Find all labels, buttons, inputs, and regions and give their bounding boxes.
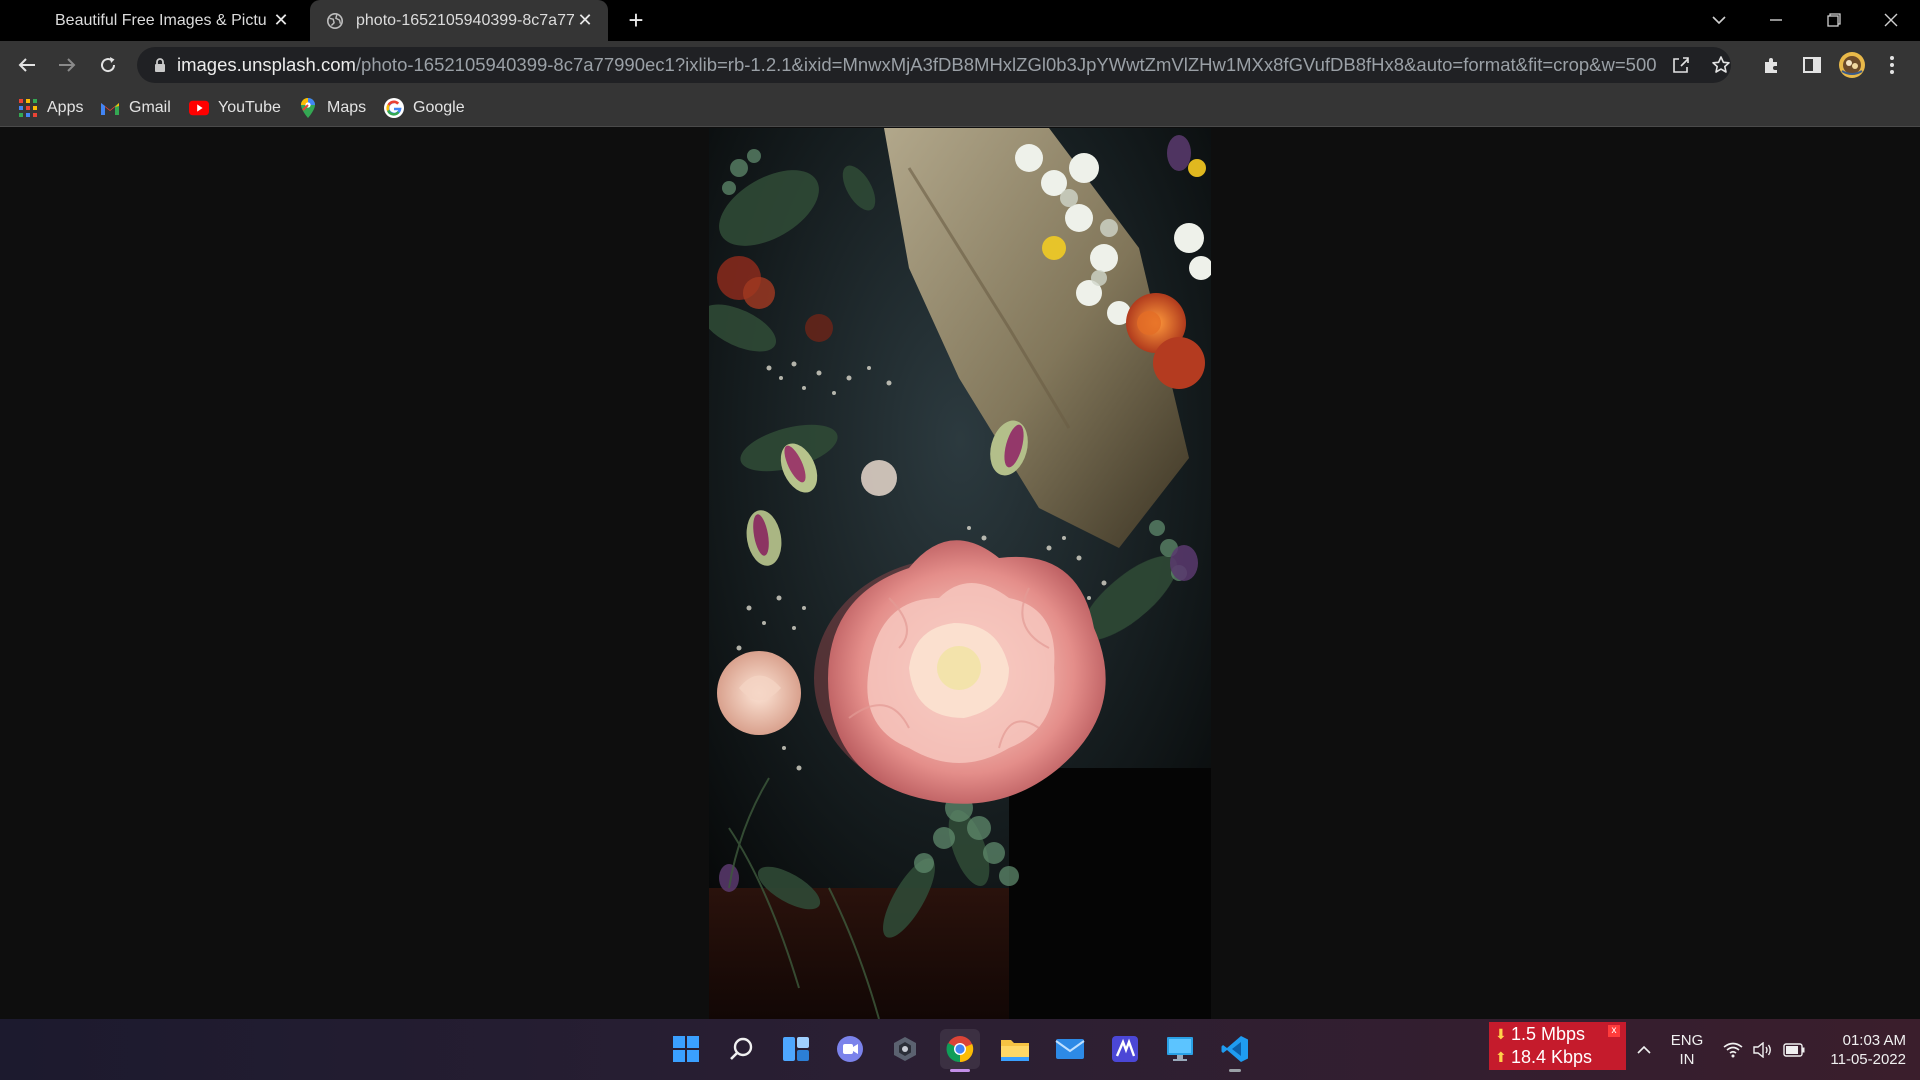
close-meter-icon[interactable]: x: [1608, 1025, 1620, 1037]
url-text[interactable]: images.unsplash.com/photo-1652105940399-…: [177, 47, 1657, 83]
close-window-button[interactable]: [1877, 6, 1905, 34]
back-button[interactable]: [12, 51, 42, 79]
language-region: IN: [1679, 1051, 1695, 1068]
active-indicator: [950, 1069, 970, 1072]
bookmark-label: YouTube: [218, 99, 281, 116]
gmail-icon: [100, 98, 120, 118]
floral-bouquet-photo[interactable]: [709, 128, 1211, 1019]
extensions-puzzle-icon[interactable]: [1757, 51, 1787, 79]
start-icon[interactable]: [666, 1029, 706, 1069]
bookmarks-bar: Apps Gmail YouTube Maps Google: [0, 89, 1920, 127]
battery-icon[interactable]: [1780, 1019, 1808, 1080]
forward-button[interactable]: [52, 51, 82, 79]
bookmark-maps[interactable]: Maps: [298, 89, 366, 127]
tab-unsplash-home[interactable]: Beautiful Free Images & Pictures ✕: [42, 0, 304, 41]
search-icon[interactable]: [721, 1029, 761, 1069]
tab-title: photo-1652105940399-8c7a77990ec1: [356, 11, 574, 29]
upload-speed-value: 18.4 Kbps: [1511, 1047, 1593, 1067]
bookmark-gmail[interactable]: Gmail: [100, 89, 171, 127]
url-path: /photo-1652105940399-8c7a77990ec1?ixlib=…: [355, 54, 1657, 75]
url-host: images.unsplash.com: [177, 54, 356, 75]
bookmark-youtube[interactable]: YouTube: [189, 89, 281, 127]
download-speed-value: 1.5 Mbps: [1511, 1024, 1586, 1044]
widgets-icon[interactable]: [776, 1029, 816, 1069]
volume-icon[interactable]: [1750, 1019, 1776, 1080]
share-icon[interactable]: [1670, 54, 1692, 76]
tab-strip: Beautiful Free Images & Pictures ✕ photo…: [0, 0, 1920, 41]
close-tab-icon[interactable]: ✕: [272, 11, 290, 29]
youtube-icon: [189, 98, 209, 118]
chrome-icon[interactable]: [940, 1029, 980, 1072]
new-tab-button[interactable]: +: [624, 7, 648, 33]
bookmark-apps[interactable]: Apps: [18, 89, 83, 127]
settings-icon[interactable]: [885, 1029, 925, 1069]
bookmark-label: Maps: [327, 99, 367, 116]
google-icon: [384, 98, 404, 118]
profile-avatar[interactable]: [1837, 51, 1867, 79]
maps-icon: [298, 98, 318, 118]
side-panel-icon[interactable]: [1797, 51, 1827, 79]
bookmark-label: Gmail: [129, 99, 171, 116]
tab-photo[interactable]: photo-1652105940399-8c7a77990ec1 ✕: [310, 0, 608, 41]
mail-icon[interactable]: [1050, 1029, 1090, 1069]
menu-kebab-icon[interactable]: [1877, 51, 1907, 79]
language-code: ENG: [1670, 1032, 1704, 1049]
running-indicator: [1229, 1069, 1241, 1072]
download-arrow-icon: ⬇: [1495, 1026, 1507, 1042]
tab-search-chevron-icon[interactable]: [1705, 6, 1733, 34]
upload-speed: ⬆ 18.4 Kbps: [1495, 1046, 1592, 1068]
clock-time: 01:03 AM: [1842, 1032, 1906, 1049]
show-hidden-icons-chevron-icon[interactable]: [1632, 1019, 1656, 1080]
globe-icon: [326, 12, 344, 29]
reload-button[interactable]: [93, 51, 123, 79]
close-tab-icon[interactable]: ✕: [576, 11, 594, 29]
upload-arrow-icon: ⬆: [1495, 1049, 1507, 1065]
system-clock[interactable]: 01:03 AM 11-05-2022: [1816, 1031, 1906, 1069]
app-m-icon[interactable]: [1105, 1029, 1145, 1069]
remote-desktop-icon[interactable]: [1160, 1029, 1200, 1069]
wifi-icon[interactable]: [1720, 1019, 1746, 1080]
bookmark-label: Google: [413, 99, 465, 116]
file-explorer-icon[interactable]: [995, 1029, 1035, 1069]
lock-icon[interactable]: [151, 56, 169, 74]
vscode-icon[interactable]: [1215, 1029, 1255, 1072]
bookmark-google[interactable]: Google: [384, 89, 465, 127]
chat-icon[interactable]: [830, 1029, 870, 1069]
restore-button[interactable]: [1820, 6, 1848, 34]
download-speed: ⬇ 1.5 Mbps: [1495, 1023, 1585, 1045]
network-speed-meter[interactable]: ⬇ 1.5 Mbps ⬆ 18.4 Kbps x: [1489, 1022, 1626, 1070]
apps-grid-icon: [18, 98, 38, 118]
input-language[interactable]: ENG IN: [1670, 1031, 1704, 1069]
windows-taskbar: ⬇ 1.5 Mbps ⬆ 18.4 Kbps x ENG IN 01:03 AM…: [0, 1019, 1920, 1080]
browser-toolbar: images.unsplash.com/photo-1652105940399-…: [0, 41, 1920, 89]
clock-date: 11-05-2022: [1830, 1051, 1906, 1068]
bookmark-star-icon[interactable]: [1710, 54, 1732, 76]
bookmark-label: Apps: [47, 99, 84, 116]
address-bar[interactable]: images.unsplash.com/photo-1652105940399-…: [137, 47, 1731, 83]
page-viewport: [0, 128, 1920, 1019]
minimize-button[interactable]: [1762, 6, 1790, 34]
tab-title: Beautiful Free Images & Pictures: [55, 11, 267, 29]
